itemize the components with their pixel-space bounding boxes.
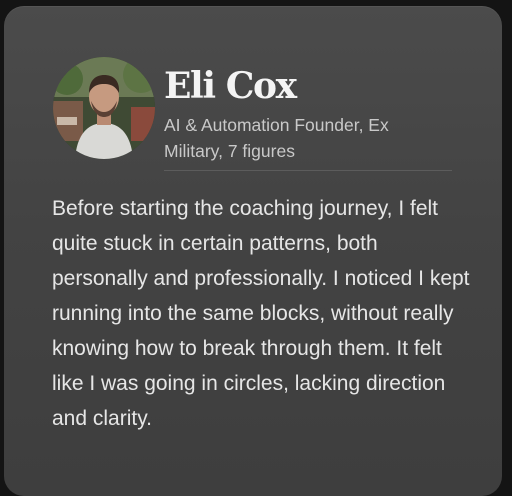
person-photo-icon [53,57,155,159]
testimonial-quote: Before starting the coaching journey, I … [52,197,470,430]
person-name: Eli Cox [164,65,297,107]
divider [164,170,452,171]
person-role: AI & Automation Founder, Ex Military, 7 … [164,115,389,161]
testimonial-card: Eli Cox AI & Automation Founder, Ex Mili… [4,6,502,496]
avatar [53,57,155,159]
